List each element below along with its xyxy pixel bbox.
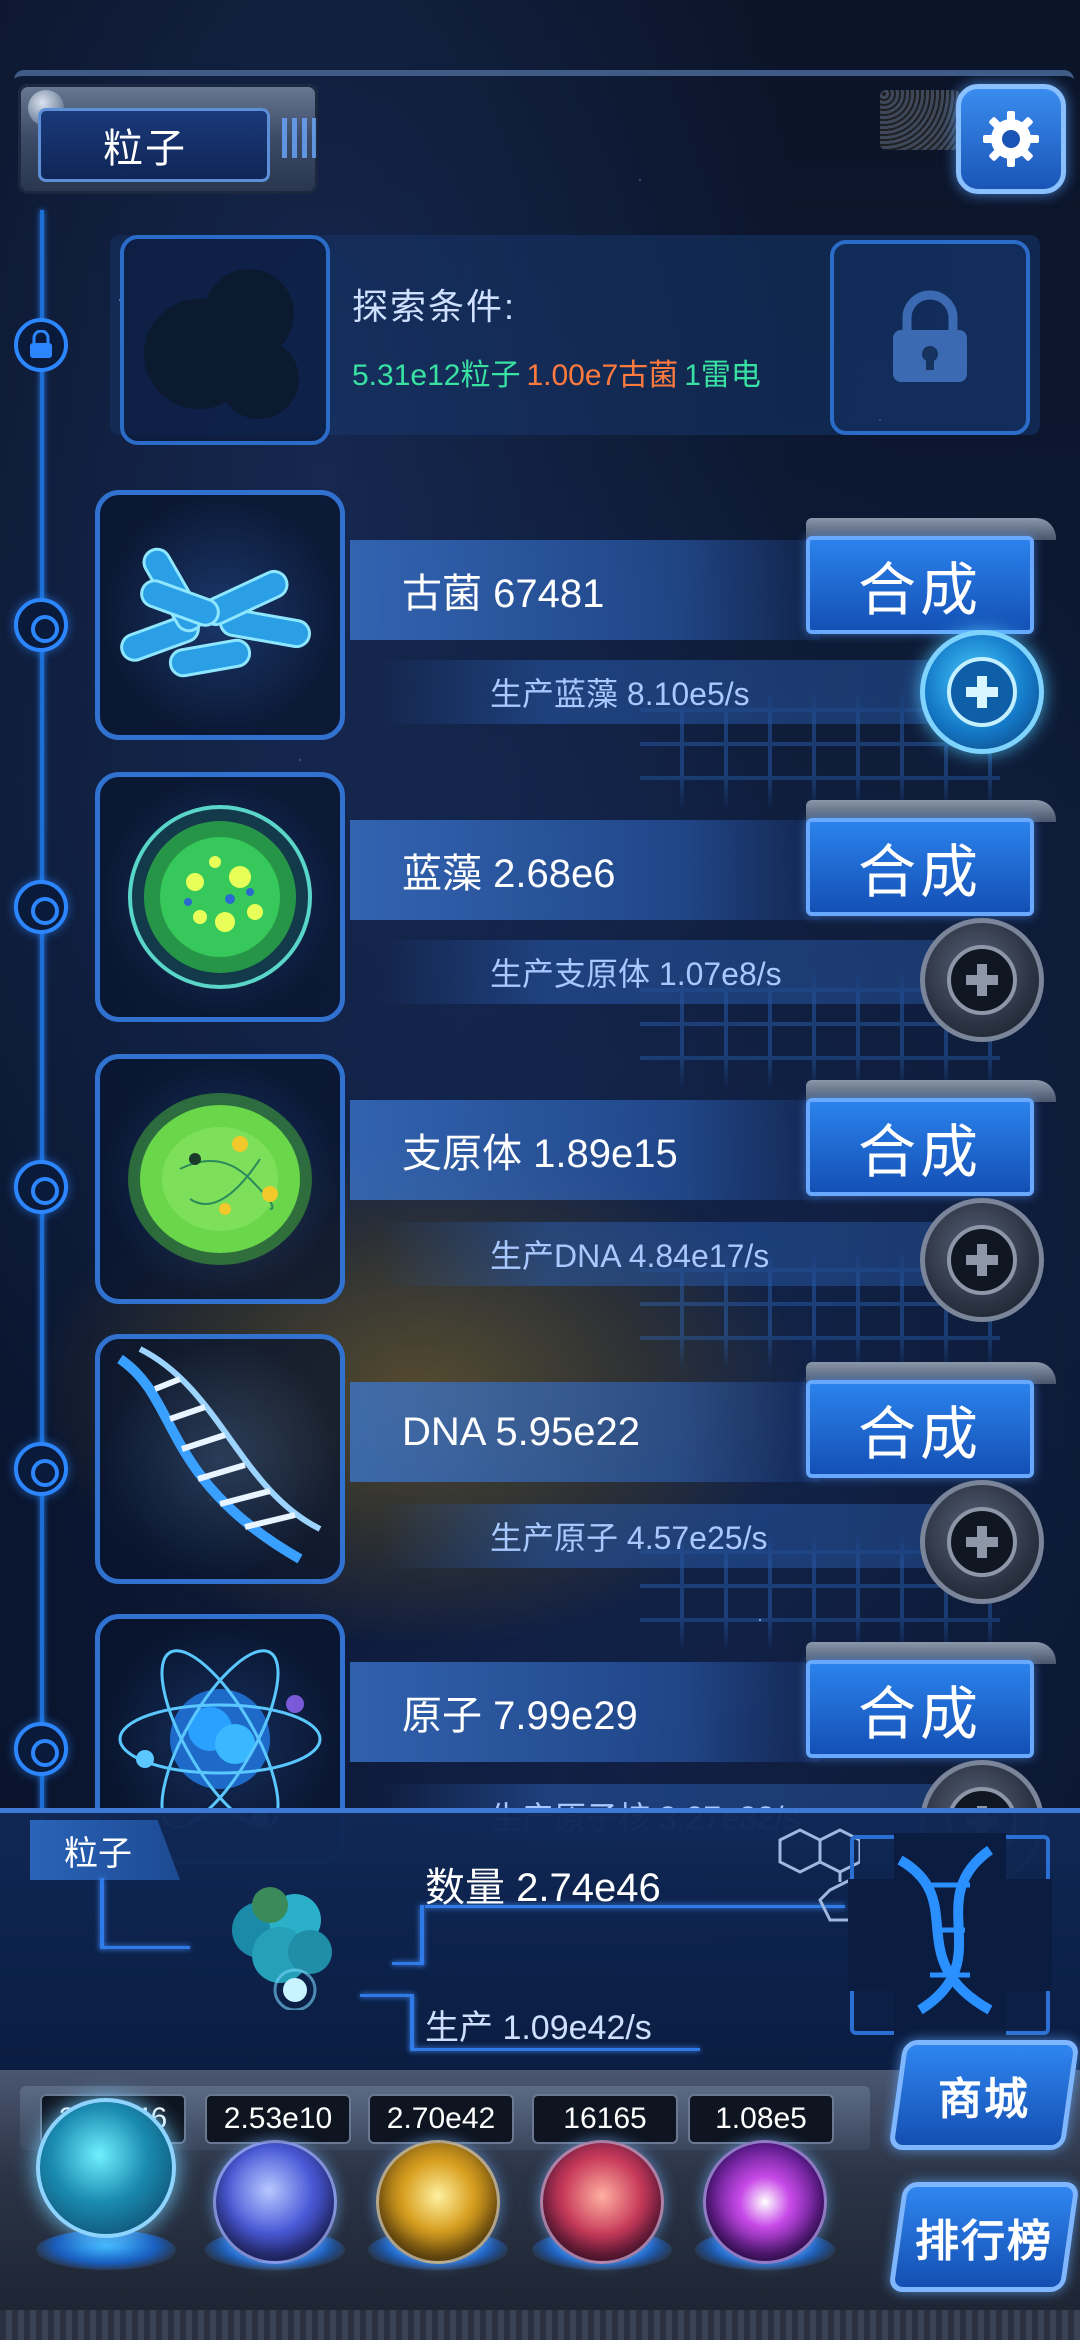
item-name-value: DNA 5.95e22 (350, 1382, 820, 1482)
cyanobacteria-icon (128, 805, 312, 989)
info-connector (420, 1905, 424, 1965)
synthesize-button[interactable]: 合成 (806, 1660, 1034, 1758)
ranking-label: 排行榜 (915, 2217, 1053, 2266)
upgrade-plus-button[interactable] (920, 1480, 1044, 1604)
item-name-value: 原子 7.99e29 (350, 1662, 820, 1762)
info-connector (100, 1946, 190, 1949)
info-connector (392, 1962, 424, 1965)
rail-node (14, 598, 68, 652)
synthesize-button[interactable]: 合成 (806, 536, 1034, 634)
item-name-value: 古菌 67481 (350, 540, 820, 640)
synthesize-button[interactable]: 合成 (806, 818, 1034, 916)
brain-orb-icon[interactable] (540, 2140, 664, 2264)
vortex-orb-icon[interactable] (703, 2140, 827, 2264)
thunder-orb-icon[interactable] (213, 2140, 337, 2264)
upgrade-plus-button[interactable] (920, 1198, 1044, 1322)
padlock-icon (893, 290, 967, 382)
archaea-icon (120, 547, 312, 678)
item-name-value: 支原体 1.89e15 (350, 1100, 820, 1200)
plus-icon (947, 945, 1017, 1015)
item-production: 生产支原体 1.07e8/s (380, 940, 940, 1004)
dna-icon (117, 1346, 322, 1564)
upgrade-plus-button[interactable] (920, 630, 1044, 754)
item-icon-frame[interactable] (95, 772, 345, 1022)
rail-lock-node (14, 318, 68, 372)
item-icon-frame[interactable] (95, 490, 345, 740)
ranking-button[interactable]: 排行榜 (888, 2182, 1080, 2292)
item-production: 生产蓝藻 8.10e5/s (380, 660, 940, 724)
molecule-icon (778, 1828, 860, 1922)
info-connector (410, 1994, 414, 2050)
currency-value: 16165 (532, 2094, 678, 2144)
grille-decoration (282, 118, 316, 158)
req-thunder: 1雷电 (684, 359, 761, 392)
resource-production: 生产 1.09e42/s (425, 2009, 652, 2047)
gear-icon (983, 111, 1039, 167)
particle-cluster-icon (232, 1887, 332, 2010)
rail-node (14, 1160, 68, 1214)
dna-emblem-icon (897, 1845, 993, 2015)
info-tab-label: 粒子 (30, 1820, 180, 1880)
info-connector (100, 1878, 104, 1948)
rail-node (14, 1722, 68, 1776)
rail-node (14, 880, 68, 934)
item-production: 生产原子 4.57e25/s (380, 1504, 940, 1568)
rail-node (14, 1442, 68, 1496)
req-particles: 5.31e12粒子 (352, 359, 521, 392)
plus-icon (947, 1507, 1017, 1577)
item-icon-frame[interactable] (95, 1334, 345, 1584)
locked-silhouette (120, 235, 330, 445)
galaxy-orb-icon[interactable] (376, 2140, 500, 2264)
item-production: 生产DNA 4.84e17/s (380, 1222, 940, 1286)
currency-value: 2.70e42 (368, 2094, 514, 2144)
currency-value: 1.08e5 (688, 2094, 834, 2144)
speaker-mesh-decoration (880, 90, 960, 150)
settings-button[interactable] (956, 84, 1066, 194)
mycoplasma-icon (128, 1093, 312, 1265)
upgrade-plus-button[interactable] (920, 918, 1044, 1042)
plus-icon (947, 1225, 1017, 1295)
currency-value: 2.53e10 (205, 2094, 351, 2144)
synthesize-button[interactable]: 合成 (806, 1380, 1034, 1478)
item-icon-frame[interactable] (95, 1054, 345, 1304)
req-archaea: 1.00e7古菌 (526, 359, 679, 392)
bottom-rail-decoration (0, 2310, 1080, 2340)
page-title: 粒子 (38, 108, 270, 182)
shop-button[interactable]: 商城 (888, 2040, 1080, 2150)
explore-condition-label: 探索条件: (352, 286, 517, 327)
particle-orb-icon[interactable] (36, 2098, 176, 2238)
progress-rail (40, 210, 44, 1830)
shop-label: 商城 (938, 2075, 1030, 2124)
resource-count: 数量 2.74e46 (425, 1866, 661, 1910)
plus-icon (947, 657, 1017, 727)
synthesize-button[interactable]: 合成 (806, 1098, 1034, 1196)
explore-requirements: 5.31e12粒子 1.00e7古菌 1雷电 (352, 350, 761, 394)
locked-button[interactable] (830, 240, 1030, 435)
lock-icon (30, 330, 52, 358)
item-name-value: 蓝藻 2.68e6 (350, 820, 820, 920)
